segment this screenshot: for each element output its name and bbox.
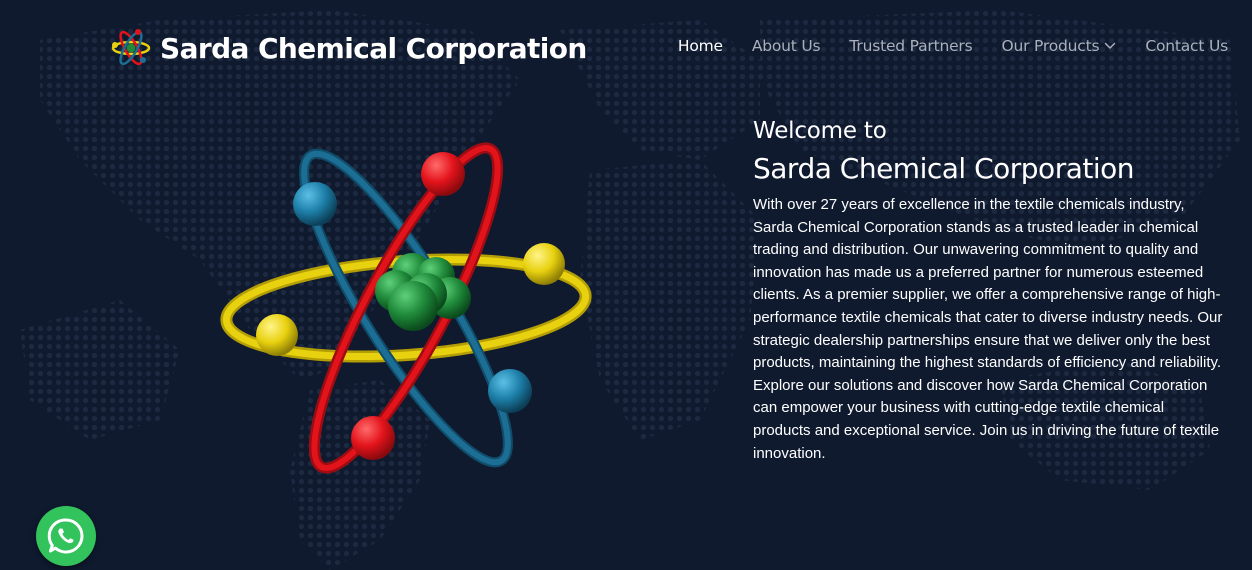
brand[interactable]: Sarda Chemical Corporation (110, 27, 587, 69)
atom-logo-icon (111, 29, 151, 66)
nav-item-label: Our Products (1001, 37, 1100, 55)
whatsapp-icon (47, 518, 84, 554)
nav-item-our-products[interactable]: Our Products (1001, 37, 1116, 55)
hero-company-name: Sarda Chemical Corporation (753, 152, 1135, 185)
nav-item-contact-us[interactable]: Contact Us (1145, 37, 1228, 55)
chevron-down-icon (1105, 42, 1116, 49)
whatsapp-button[interactable] (36, 506, 96, 566)
hero-text: Welcome to Sarda Chemical Corporation Wi… (753, 116, 1223, 465)
nav-item-label: Contact Us (1145, 37, 1228, 55)
nav-item-trusted-partners[interactable]: Trusted Partners (849, 37, 972, 55)
brand-name: Sarda Chemical Corporation (160, 31, 587, 65)
main-nav: Home About Us Trusted Partners Our Produ… (678, 37, 1228, 55)
hero-welcome: Welcome to (753, 118, 887, 144)
hero-description: With over 27 years of excellence in the … (753, 196, 1223, 462)
nav-item-label: Home (677, 37, 723, 55)
nav-item-label: About Us (751, 37, 821, 55)
nav-item-home[interactable]: Home (678, 37, 723, 55)
site-header: Sarda Chemical Corporation Home About Us… (0, 0, 1252, 96)
nav-item-about-us[interactable]: About Us (752, 37, 821, 55)
atom-illustration (220, 142, 592, 474)
nav-item-label: Trusted Partners (849, 37, 973, 55)
